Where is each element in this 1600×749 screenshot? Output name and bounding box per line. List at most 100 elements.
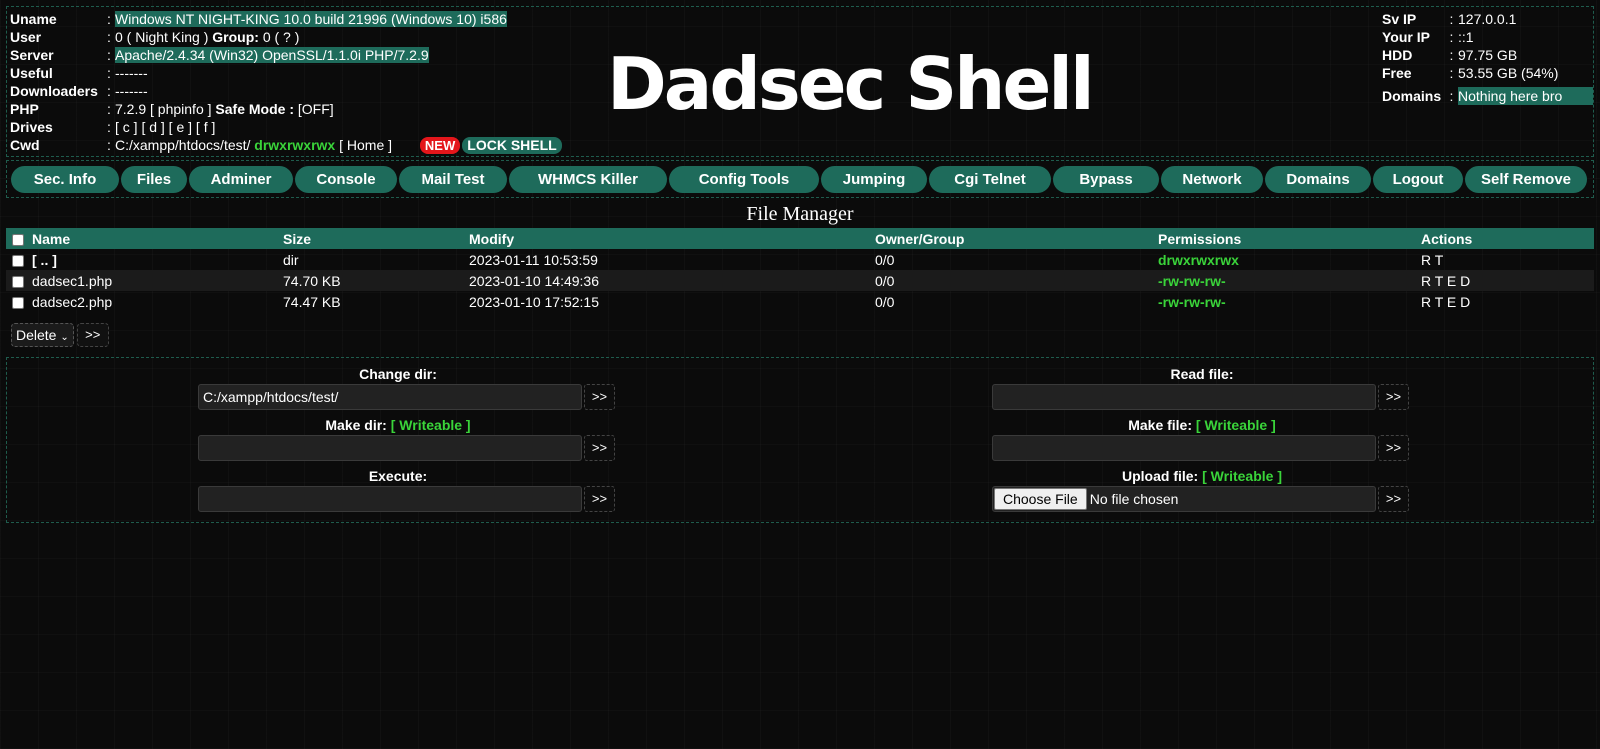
server-value: Apache/2.4.34 (Win32) OpenSSL/1.1.0i PHP… xyxy=(115,47,429,63)
server-label: Server xyxy=(10,47,54,63)
new-badge: NEW xyxy=(419,137,461,154)
execute-label: Execute: xyxy=(8,468,788,484)
lock-shell-button[interactable]: LOCK SHELL xyxy=(462,137,562,154)
nav-network[interactable]: Network xyxy=(1161,166,1263,193)
choose-file-button[interactable]: Choose File xyxy=(994,488,1087,510)
user-label: User xyxy=(10,29,42,45)
file-owner: 0/0 xyxy=(875,251,895,268)
file-name-link[interactable]: [ .. ] xyxy=(32,252,57,268)
file-name-link[interactable]: dadsec1.php xyxy=(32,273,112,289)
make-dir-input[interactable] xyxy=(198,435,582,461)
change-dir-label-text: Change dir: xyxy=(359,366,437,382)
nav-self-remove[interactable]: Self Remove xyxy=(1465,166,1587,193)
upload-file-input: Choose File No file chosen xyxy=(992,486,1376,512)
hdd-label: HDD xyxy=(1382,47,1413,63)
file-manager-panel: Name Size Modify Owner/Group Permissions… xyxy=(6,228,1594,351)
nav-jumping[interactable]: Jumping xyxy=(821,166,927,193)
make-dir-go-button[interactable]: >> xyxy=(584,435,615,461)
colon: : xyxy=(107,65,111,81)
free-value: 53.55 GB (54%) xyxy=(1458,65,1559,81)
upload-file-label: Upload file: [ Writeable ] xyxy=(812,468,1592,484)
col-size: Size xyxy=(283,228,469,249)
file-actions[interactable]: R T E D xyxy=(1421,291,1594,312)
col-actions: Actions xyxy=(1421,228,1594,249)
cwd-path-link[interactable]: C:/xampp/htdocs/test/ xyxy=(115,137,250,153)
file-actions[interactable]: R T E D xyxy=(1421,270,1594,291)
nav-cgi-telnet[interactable]: Cgi Telnet xyxy=(929,166,1051,193)
user-value: 0 ( Night King ) xyxy=(115,29,209,45)
file-modify: 2023-01-11 10:53:59 xyxy=(469,251,598,268)
file-modify: 2023-01-10 14:49:36 xyxy=(469,270,875,291)
upload-file-go-button[interactable]: >> xyxy=(1378,486,1409,512)
nav-config-tools[interactable]: Config Tools xyxy=(669,166,819,193)
bulk-action-select[interactable]: Delete ⌄ xyxy=(11,323,74,347)
table-row: dadsec1.php 74.70 KB 2023-01-10 14:49:36… xyxy=(6,270,1594,291)
nav-logout[interactable]: Logout xyxy=(1373,166,1463,193)
read-file-input[interactable] xyxy=(992,384,1376,410)
execute-go-button[interactable]: >> xyxy=(584,486,615,512)
bulk-go-button[interactable]: >> xyxy=(76,323,109,347)
read-file-label-text: Read file: xyxy=(1170,366,1234,382)
row-checkbox[interactable] xyxy=(12,254,24,267)
colon: : xyxy=(107,29,111,45)
read-file-label: Read file: xyxy=(812,366,1592,382)
bulk-action-value: Delete xyxy=(16,327,57,343)
colon: : xyxy=(107,83,111,99)
file-permissions-link[interactable]: -rw-rw-rw- xyxy=(1158,273,1226,289)
colon: : xyxy=(107,137,111,153)
nav-console[interactable]: Console xyxy=(295,166,397,193)
colon: : xyxy=(107,11,111,27)
colon: : xyxy=(107,119,111,135)
make-file-input[interactable] xyxy=(992,435,1376,461)
cwd-label: Cwd xyxy=(10,137,40,153)
make-dir-label: Make dir: [ Writeable ] xyxy=(8,417,788,433)
file-permissions-link[interactable]: -rw-rw-rw- xyxy=(1158,294,1226,310)
downloaders-value: ------- xyxy=(115,83,148,99)
uname-label: Uname xyxy=(10,11,57,27)
colon: : xyxy=(107,47,111,63)
make-dir-label-text: Make dir: xyxy=(325,417,387,433)
nav-files[interactable]: Files xyxy=(121,166,187,193)
execute-input[interactable] xyxy=(198,486,582,512)
colon: : xyxy=(1449,65,1454,81)
colon: : xyxy=(1449,87,1454,104)
file-owner: 0/0 xyxy=(875,270,1158,291)
drives-label: Drives xyxy=(10,119,53,135)
file-table-header: Name Size Modify Owner/Group Permissions… xyxy=(6,228,1594,249)
file-size: dir xyxy=(283,251,299,268)
row-checkbox[interactable] xyxy=(12,296,24,309)
row-checkbox[interactable] xyxy=(12,275,24,288)
change-dir-go-button[interactable]: >> xyxy=(584,384,615,410)
upload-file-label-text: Upload file: xyxy=(1122,468,1199,484)
useful-value: ------- xyxy=(115,65,148,81)
nav-bypass[interactable]: Bypass xyxy=(1053,166,1159,193)
free-label: Free xyxy=(1382,65,1412,81)
colon: : xyxy=(1449,29,1454,45)
nav-whmcs-killer[interactable]: WHMCS Killer xyxy=(509,166,667,193)
downloaders-label: Downloaders xyxy=(10,83,98,99)
select-all-checkbox[interactable] xyxy=(12,233,24,246)
make-file-go-button[interactable]: >> xyxy=(1378,435,1409,461)
home-link[interactable]: [ Home ] xyxy=(339,137,392,153)
sv-ip-value: 127.0.0.1 xyxy=(1458,11,1517,27)
file-owner: 0/0 xyxy=(875,293,895,310)
nav-domains[interactable]: Domains xyxy=(1265,166,1371,193)
table-row: dadsec2.php 74.47 KB 2023-01-10 17:52:15… xyxy=(6,291,1594,312)
nav-adminer[interactable]: Adminer xyxy=(189,166,293,193)
file-actions[interactable]: R T xyxy=(1421,249,1594,270)
nav-mail-test[interactable]: Mail Test xyxy=(399,166,507,193)
file-permissions-link[interactable]: drwxrwxrwx xyxy=(1158,252,1239,268)
read-file-go-button[interactable]: >> xyxy=(1378,384,1409,410)
safe-mode-label: Safe Mode : xyxy=(215,101,294,117)
domains-value: Nothing here bro xyxy=(1458,87,1593,106)
make-file-writeable: [ Writeable ] xyxy=(1195,417,1276,433)
drives-links[interactable]: [ c ] [ d ] [ e ] [ f ] xyxy=(115,118,562,136)
group-value: 0 ( ? ) xyxy=(262,29,300,45)
file-name-link[interactable]: dadsec2.php xyxy=(32,294,112,310)
php-value-link[interactable]: 7.2.9 [ phpinfo ] xyxy=(115,101,212,117)
nav-sec-info[interactable]: Sec. Info xyxy=(11,166,119,193)
useful-label: Useful xyxy=(10,65,53,81)
php-label: PHP xyxy=(10,101,39,117)
change-dir-input[interactable]: C:/xampp/htdocs/test/ xyxy=(198,384,582,410)
col-modify: Modify xyxy=(469,228,875,249)
